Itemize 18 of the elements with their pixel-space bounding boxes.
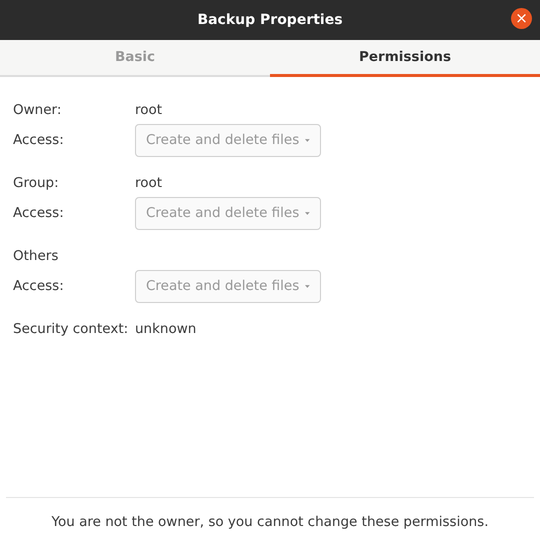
- field-label: Others: [13, 246, 60, 266]
- field-label: Security context:: [13, 320, 130, 339]
- close-button[interactable]: ×: [511, 8, 532, 29]
- field-label: Access:: [13, 204, 65, 223]
- caret-icon: [305, 210, 310, 216]
- field-label: Owner:: [13, 100, 62, 120]
- field-value: root: [135, 100, 162, 120]
- tab[interactable]: Permissions: [270, 40, 540, 77]
- field-label: Group:: [13, 174, 60, 193]
- permission-message: You are not the owner, so you cannot change these permissions.: [52, 514, 488, 530]
- field-value: root: [135, 174, 162, 193]
- field-label: Access:: [13, 276, 65, 296]
- caret-icon: [305, 138, 310, 142]
- field-value: unknown: [135, 320, 196, 339]
- window-title: Backup Properties: [197, 10, 343, 30]
- field-label: Access:: [13, 130, 65, 150]
- caret-icon: [305, 284, 310, 288]
- tab[interactable]: Basic: [0, 40, 270, 77]
